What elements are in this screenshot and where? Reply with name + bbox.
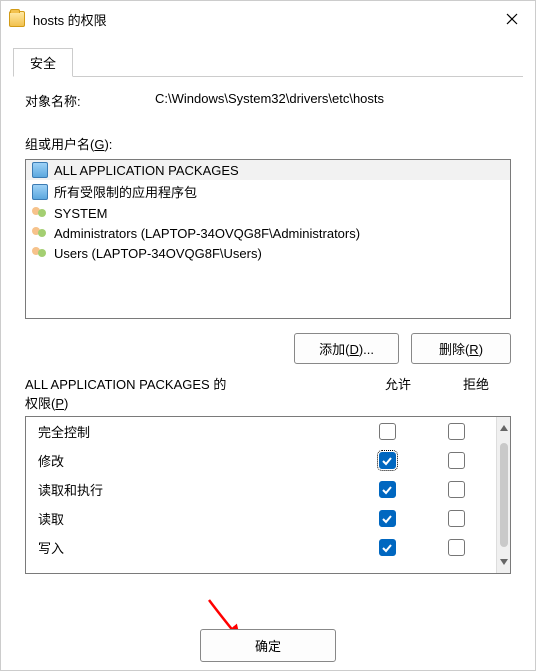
- permissions-subject: ALL APPLICATION PACKAGES 的: [25, 374, 355, 393]
- checkbox[interactable]: [448, 539, 465, 556]
- scroll-up-icon: [500, 425, 508, 431]
- package-icon: [32, 184, 48, 200]
- checkbox[interactable]: [379, 481, 396, 498]
- deny-cell: [428, 423, 484, 440]
- tab-bar: 安全: [13, 47, 523, 77]
- object-name-label: 对象名称:: [25, 91, 155, 110]
- checkbox[interactable]: [379, 510, 396, 527]
- deny-cell: [428, 510, 484, 527]
- list-item[interactable]: Users (LAPTOP-34OVQG8F\Users): [26, 243, 510, 263]
- ok-button[interactable]: 确定: [200, 629, 336, 662]
- list-item-label: ALL APPLICATION PACKAGES: [54, 163, 239, 178]
- checkbox[interactable]: [448, 510, 465, 527]
- permission-row: 完全控制: [26, 417, 496, 446]
- deny-cell: [428, 539, 484, 556]
- permission-row: 写入: [26, 533, 496, 562]
- groups-listbox[interactable]: ALL APPLICATION PACKAGES 所有受限制的应用程序包 SYSTE…: [25, 159, 511, 319]
- allow-cell: [346, 452, 428, 469]
- tab-security[interactable]: 安全: [13, 48, 73, 77]
- scroll-down-icon: [500, 559, 508, 565]
- permission-name: 写入: [38, 538, 346, 557]
- allow-cell: [346, 539, 428, 556]
- permissions-scrollbar[interactable]: [496, 417, 510, 573]
- list-item[interactable]: 所有受限制的应用程序包: [26, 180, 510, 203]
- folder-icon: [9, 11, 25, 27]
- users-icon: [32, 205, 48, 221]
- permission-row: 修改: [26, 446, 496, 475]
- permissions-listbox: 完全控制修改读取和执行读取写入: [25, 416, 511, 574]
- deny-cell: [428, 452, 484, 469]
- titlebar: hosts 的权限: [1, 1, 535, 37]
- close-icon: [506, 13, 518, 25]
- checkbox[interactable]: [379, 539, 396, 556]
- checkbox[interactable]: [448, 452, 465, 469]
- list-item-label: Administrators (LAPTOP-34OVQG8F\Administ…: [54, 226, 360, 241]
- scrollbar-thumb[interactable]: [500, 443, 508, 547]
- list-item[interactable]: Administrators (LAPTOP-34OVQG8F\Administ…: [26, 223, 510, 243]
- object-name-value: C:\Windows\System32\drivers\etc\hosts: [155, 91, 384, 110]
- content-area: 对象名称: C:\Windows\System32\drivers\etc\ho…: [1, 77, 535, 574]
- permission-name: 读取: [38, 509, 346, 528]
- allow-cell: [346, 423, 428, 440]
- list-item-label: Users (LAPTOP-34OVQG8F\Users): [54, 246, 262, 261]
- checkbox[interactable]: [448, 423, 465, 440]
- add-button[interactable]: 添加(D)...: [294, 333, 399, 364]
- object-name-row: 对象名称: C:\Windows\System32\drivers\etc\ho…: [25, 91, 511, 110]
- users-icon: [32, 245, 48, 261]
- column-deny: 拒绝: [441, 374, 511, 412]
- group-buttons-row: 添加(D)... 删除(R): [25, 333, 511, 364]
- checkbox[interactable]: [448, 481, 465, 498]
- permission-row: 读取和执行: [26, 475, 496, 504]
- list-item-label: SYSTEM: [54, 206, 107, 221]
- column-allow: 允许: [355, 374, 441, 412]
- deny-cell: [428, 481, 484, 498]
- permission-name: 读取和执行: [38, 480, 346, 499]
- groups-label: 组或用户名(G):: [25, 134, 511, 153]
- allow-cell: [346, 481, 428, 498]
- allow-cell: [346, 510, 428, 527]
- permissions-header: ALL APPLICATION PACKAGES 的 权限(P) 允许 拒绝: [25, 374, 511, 412]
- list-item[interactable]: ALL APPLICATION PACKAGES: [26, 160, 510, 180]
- checkbox[interactable]: [379, 423, 396, 440]
- remove-button[interactable]: 删除(R): [411, 333, 511, 364]
- list-item[interactable]: SYSTEM: [26, 203, 510, 223]
- permission-row: 读取: [26, 504, 496, 533]
- list-item-label: 所有受限制的应用程序包: [54, 182, 197, 201]
- users-icon: [32, 225, 48, 241]
- close-button[interactable]: [489, 1, 535, 37]
- window-title: hosts 的权限: [33, 10, 107, 29]
- checkbox[interactable]: [379, 452, 396, 469]
- permission-name: 修改: [38, 451, 346, 470]
- dialog-footer: 确定: [1, 629, 535, 662]
- package-icon: [32, 162, 48, 178]
- permission-name: 完全控制: [38, 422, 346, 441]
